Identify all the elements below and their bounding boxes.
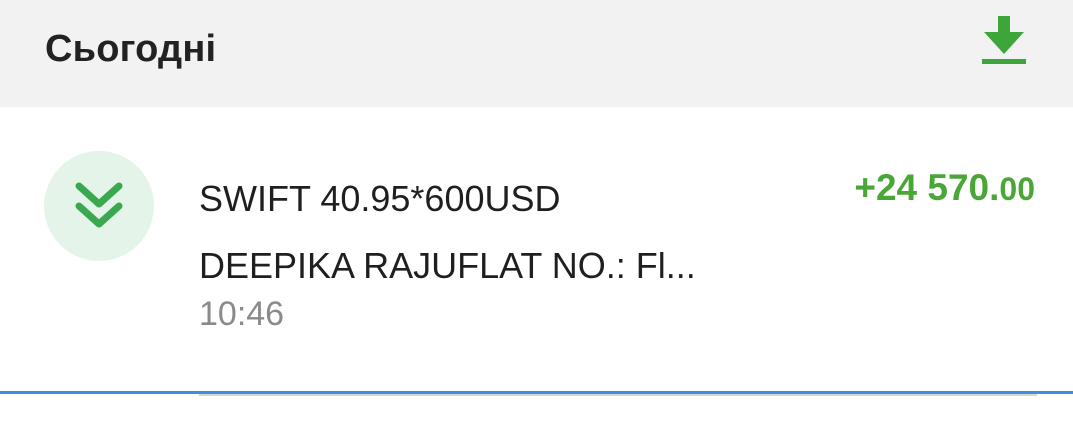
date-group-header: Сьогодні (0, 0, 1073, 107)
transaction-row[interactable]: SWIFT 40.95*600USD DEEPIKA RAJUFLAT NO.:… (0, 107, 1073, 395)
transaction-description: SWIFT 40.95*600USD DEEPIKA RAJUFLAT NO.:… (199, 165, 779, 299)
download-button[interactable] (978, 14, 1030, 66)
transaction-type-avatar (44, 151, 154, 261)
transaction-description-line2: DEEPIKA RAJUFLAT NO.: Fl... (199, 245, 696, 286)
download-icon (982, 16, 1026, 64)
date-group-title: Сьогодні (45, 28, 217, 70)
transaction-amount-cents: 00 (999, 171, 1035, 207)
transaction-amount: +24 570.00 (854, 167, 1035, 209)
double-chevron-down-icon (75, 182, 123, 228)
row-divider-shadow (199, 394, 1037, 396)
transaction-amount-main: +24 570. (854, 167, 1000, 208)
transaction-time: 10:46 (199, 295, 285, 333)
transaction-description-line1: SWIFT 40.95*600USD (199, 178, 561, 219)
